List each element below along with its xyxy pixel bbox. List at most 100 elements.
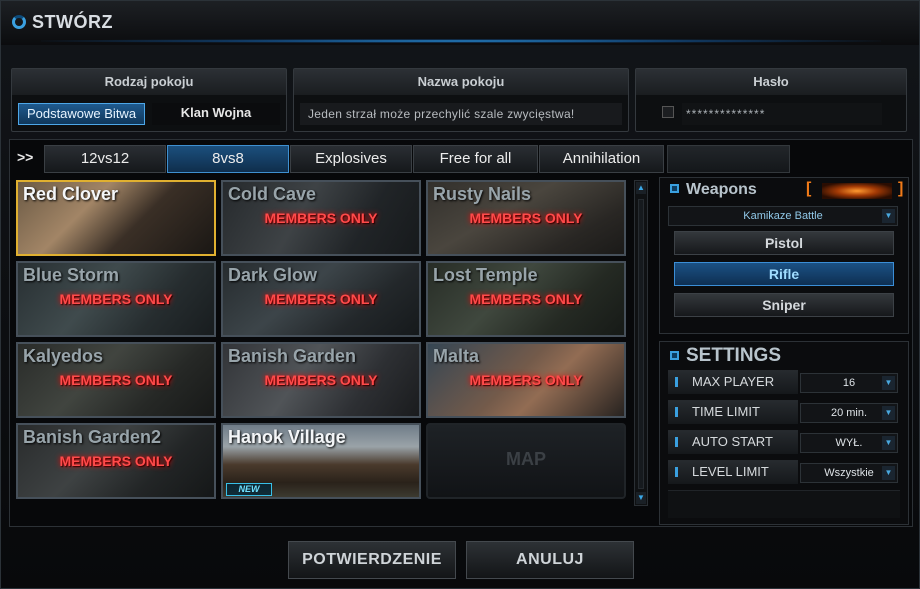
members-only-label: MEMBERS ONLY [469, 291, 583, 307]
map-card[interactable]: Banish Garden2 MEMBERS ONLY [16, 423, 216, 499]
setting-label: LEVEL LIMIT [668, 460, 798, 484]
map-card[interactable]: Kalyedos MEMBERS ONLY [16, 342, 216, 418]
password-header: Hasło [636, 69, 906, 95]
map-placeholder-label: MAP [506, 449, 546, 469]
spinner-icon [12, 15, 26, 29]
scroll-up-icon[interactable]: ▲ [636, 182, 646, 194]
dropdown-arrow-icon[interactable]: ▼ [882, 436, 895, 450]
tab-annihilation[interactable]: Annihilation [539, 145, 664, 173]
settings-title-text: SETTINGS [686, 345, 782, 366]
map-name: Hanok Village [228, 427, 346, 447]
max-player-select[interactable]: 16 ▼ [800, 373, 898, 393]
new-badge: NEW [226, 483, 272, 496]
room-name-panel: Nazwa pokoju Jeden strzał może przechyli… [293, 68, 629, 132]
settings-empty-row [668, 490, 900, 518]
weapons-panel: Weapons [] Kamikaze Battle ▼ Pistol Rifl… [659, 177, 909, 334]
map-name: Blue Storm [23, 265, 120, 285]
dropdown-arrow-icon[interactable]: ▼ [882, 376, 895, 390]
weapon-pistol-button[interactable]: Pistol [674, 231, 894, 255]
map-card[interactable]: Rusty Nails MEMBERS ONLY [426, 180, 626, 256]
setting-value: Wszystkie [824, 467, 874, 479]
map-name: Malta [433, 346, 480, 366]
tab-empty-slot [667, 145, 790, 173]
weapon-sniper-button[interactable]: Sniper [674, 293, 894, 317]
map-card[interactable]: Lost Temple MEMBERS ONLY [426, 261, 626, 337]
map-name: Lost Temple [433, 265, 538, 285]
tab-12vs12[interactable]: 12vs12 [44, 145, 166, 173]
members-only-label: MEMBERS ONLY [469, 210, 583, 226]
setting-time-limit: TIME LIMIT 20 min. ▼ [668, 400, 900, 424]
members-only-label: MEMBERS ONLY [59, 291, 173, 307]
title-glow-divider [41, 39, 881, 43]
panel-bullet-icon [670, 184, 679, 193]
weapons-title: Weapons [670, 181, 757, 199]
members-only-label: MEMBERS ONLY [59, 453, 173, 469]
password-checkbox[interactable] [662, 106, 674, 118]
scroll-down-icon[interactable]: ▼ [636, 492, 646, 504]
map-grid: Red Clover Cold Cave MEMBERS ONLY Rusty … [16, 180, 636, 510]
map-card[interactable]: Cold Cave MEMBERS ONLY [221, 180, 421, 256]
map-name: Red Clover [23, 184, 119, 204]
weapon-emblem-icon: [] [806, 180, 904, 199]
setting-label: AUTO START [668, 430, 798, 454]
map-empty-slot: MAP [426, 423, 626, 499]
room-type-header: Rodzaj pokoju [12, 69, 286, 95]
room-type-clan-war[interactable]: Klan Wojna [152, 103, 280, 125]
setting-label: MAX PLAYER [668, 370, 798, 394]
setting-label: TIME LIMIT [668, 400, 798, 424]
map-card[interactable]: Red Clover [16, 180, 216, 256]
weapons-title-text: Weapons [686, 181, 757, 198]
setting-auto-start: AUTO START WYŁ. ▼ [668, 430, 900, 454]
map-name: Dark Glow [228, 265, 318, 285]
password-input[interactable]: ************** [682, 103, 882, 125]
setting-max-player: MAX PLAYER 16 ▼ [668, 370, 900, 394]
members-only-label: MEMBERS ONLY [469, 372, 583, 388]
dropdown-arrow-icon[interactable]: ▼ [882, 466, 895, 480]
panel-bullet-icon [670, 351, 679, 360]
map-scrollbar[interactable]: ▲ ▼ [634, 180, 648, 506]
setting-value: 20 min. [830, 407, 868, 419]
room-name-input[interactable]: Jeden strzał może przechylić szale zwyci… [300, 103, 622, 125]
map-name: Cold Cave [228, 184, 317, 204]
confirm-button[interactable]: POTWIERDZENIE [288, 541, 456, 579]
settings-panel: SETTINGS MAX PLAYER 16 ▼ TIME LIMIT 20 m… [659, 341, 909, 525]
dropdown-arrow-icon[interactable]: ▼ [882, 406, 895, 420]
map-name: Banish Garden [228, 346, 357, 366]
setting-value: 16 [842, 377, 856, 389]
members-only-label: MEMBERS ONLY [264, 291, 378, 307]
map-card[interactable]: Hanok Village NEW [221, 423, 421, 499]
tab-scroll-arrow[interactable]: >> [17, 149, 33, 165]
settings-title: SETTINGS [670, 345, 781, 367]
setting-level-limit: LEVEL LIMIT Wszystkie ▼ [668, 460, 900, 484]
members-only-label: MEMBERS ONLY [59, 372, 173, 388]
members-only-label: MEMBERS ONLY [264, 372, 378, 388]
title-bar: STWÓRZ [1, 1, 919, 45]
auto-start-select[interactable]: WYŁ. ▼ [800, 433, 898, 453]
map-card[interactable]: Banish Garden MEMBERS ONLY [221, 342, 421, 418]
level-limit-select[interactable]: Wszystkie ▼ [800, 463, 898, 483]
map-name: Kalyedos [23, 346, 104, 366]
tab-explosives[interactable]: Explosives [290, 145, 412, 173]
weapon-mode-value: Kamikaze Battle [743, 210, 823, 222]
time-limit-select[interactable]: 20 min. ▼ [800, 403, 898, 423]
password-panel: Hasło ************** [635, 68, 907, 132]
room-type-basic-battle[interactable]: Podstawowe Bitwa [18, 103, 145, 125]
setting-value: WYŁ. [835, 437, 863, 449]
map-card[interactable]: Blue Storm MEMBERS ONLY [16, 261, 216, 337]
tab-free-for-all[interactable]: Free for all [413, 145, 538, 173]
window-title: STWÓRZ [32, 12, 113, 32]
create-room-window: STWÓRZ Rodzaj pokoju Podstawowe Bitwa Kl… [0, 0, 920, 589]
map-card[interactable]: Dark Glow MEMBERS ONLY [221, 261, 421, 337]
cancel-button[interactable]: ANULUJ [466, 541, 634, 579]
weapon-rifle-button[interactable]: Rifle [674, 262, 894, 286]
dropdown-arrow-icon[interactable]: ▼ [882, 209, 895, 223]
weapon-mode-select[interactable]: Kamikaze Battle ▼ [668, 206, 898, 226]
map-name: Rusty Nails [433, 184, 532, 204]
room-name-header: Nazwa pokoju [294, 69, 628, 95]
map-card[interactable]: Malta MEMBERS ONLY [426, 342, 626, 418]
tab-8vs8[interactable]: 8vs8 [167, 145, 289, 173]
scroll-track[interactable] [638, 199, 644, 489]
mode-tab-bar: >> 12vs12 8vs8 Explosives Free for all A… [14, 144, 790, 173]
map-name: Banish Garden2 [23, 427, 162, 447]
room-type-panel: Rodzaj pokoju Podstawowe Bitwa Klan Wojn… [11, 68, 287, 132]
